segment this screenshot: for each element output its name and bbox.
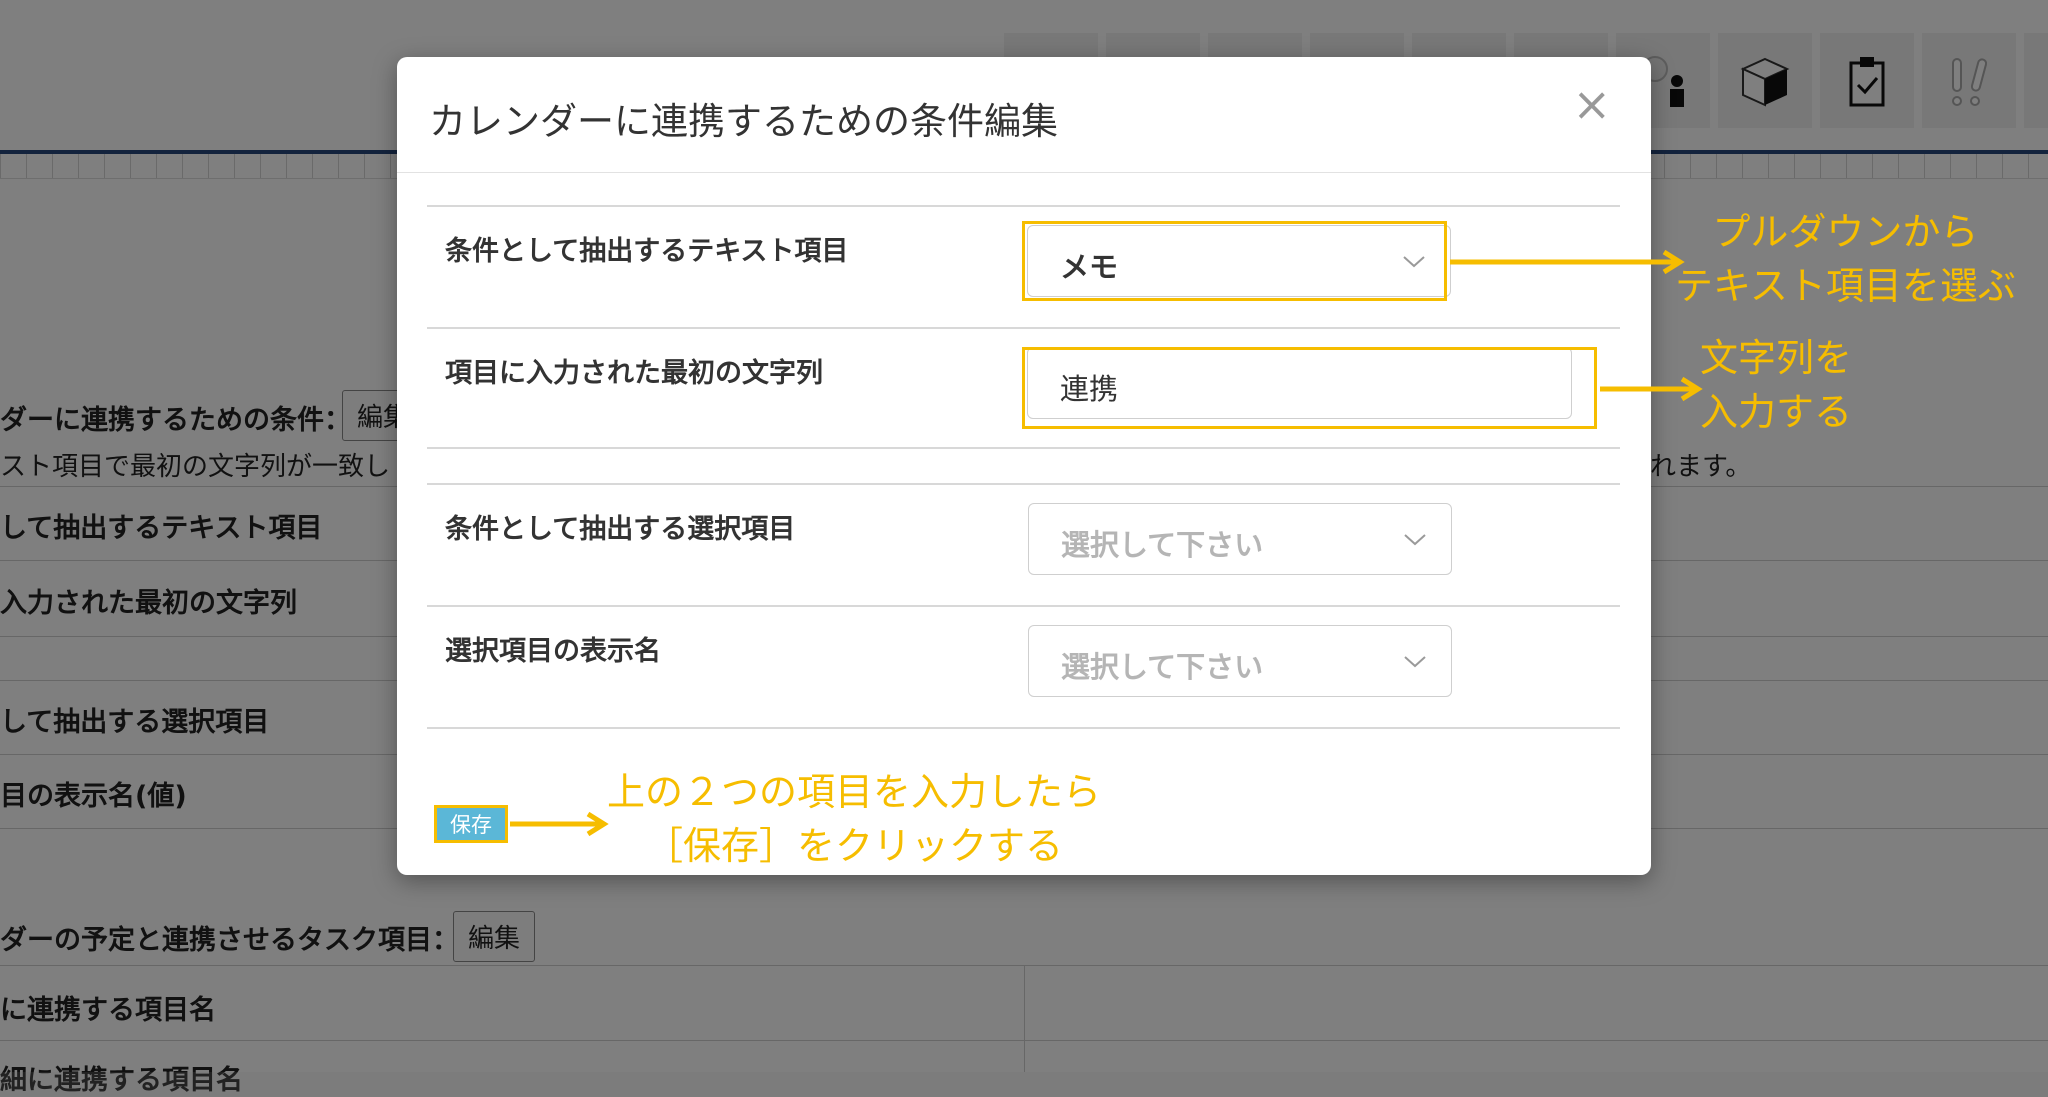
text-field-label: 条件として抽出するテキスト項目 <box>445 236 849 267</box>
initial-string-label: 項目に入力された最初の文字列 <box>445 358 823 389</box>
modal-title: カレンダーに連携するための条件編集 <box>429 100 1058 143</box>
select-field-select[interactable]: 選択して下さい <box>1028 503 1452 575</box>
modal-header-divider <box>397 172 1651 173</box>
highlight-box <box>1022 347 1597 429</box>
annotation-line: テキスト項目を選ぶ <box>1675 263 2016 308</box>
annotation-text-input: 文字列を 入力する <box>1700 332 1852 440</box>
close-icon[interactable]: × <box>1572 81 1611 127</box>
annotation-line: プルダウンから <box>1712 210 1979 254</box>
annotation-line: 入力する <box>1700 389 1853 434</box>
annotation-line: ［保存］をクリックする <box>645 823 1064 868</box>
display-name-label: 選択項目の表示名 <box>445 636 661 667</box>
field-divider <box>427 483 1620 485</box>
select-placeholder: 選択して下さい <box>1061 650 1264 684</box>
field-divider <box>427 605 1620 607</box>
field-divider <box>427 447 1620 449</box>
annotation-line: 文字列を <box>1700 336 1853 380</box>
save-button[interactable]: 保存 <box>434 805 508 843</box>
annotation-arrow <box>1600 376 1703 402</box>
select-field-label: 条件として抽出する選択項目 <box>445 514 796 545</box>
annotation-arrow <box>510 811 609 837</box>
field-divider <box>427 727 1620 729</box>
chevron-down-icon <box>1404 656 1426 668</box>
chevron-down-icon <box>1404 534 1426 546</box>
condition-edit-modal: カレンダーに連携するための条件編集 × 条件として抽出するテキスト項目 メモ 項… <box>397 57 1651 875</box>
annotation-pulldown: プルダウンから テキスト項目を選ぶ <box>1675 206 2016 314</box>
annotation-save: 上の２つの項目を入力したら ［保存］をクリックする <box>607 766 1101 874</box>
annotation-line: 上の２つの項目を入力したら <box>607 770 1102 814</box>
field-divider <box>427 327 1620 329</box>
field-divider <box>427 205 1620 207</box>
select-placeholder: 選択して下さい <box>1061 528 1264 562</box>
highlight-box <box>1022 221 1447 301</box>
display-name-select[interactable]: 選択して下さい <box>1028 625 1452 697</box>
annotation-arrow <box>1450 249 1685 275</box>
